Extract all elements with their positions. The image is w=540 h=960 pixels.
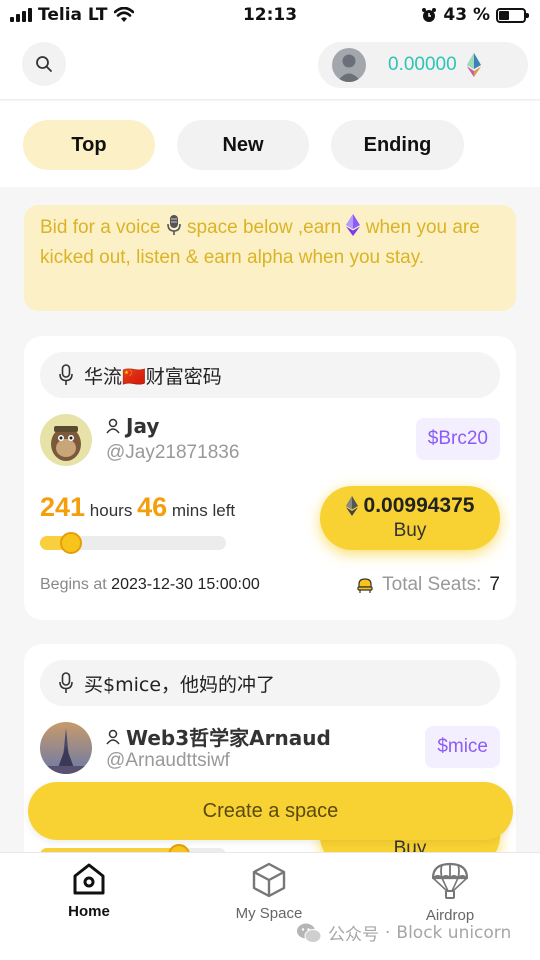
host-handle: @Jay21871836: [106, 442, 240, 463]
space-title: 华流🇨🇳财富密码: [40, 352, 500, 398]
total-seats: Total Seats: 7: [356, 574, 500, 596]
buy-button[interactable]: 0.00994375 Buy: [320, 486, 500, 550]
hours-value: 241: [40, 492, 86, 522]
nav-home-label: Home: [68, 903, 110, 920]
tab-top[interactable]: Top: [23, 120, 155, 170]
nav-airdrop[interactable]: Airdrop: [390, 861, 510, 924]
begins-label: Begins at: [40, 576, 107, 593]
battery-level: [499, 10, 510, 20]
top-header: 0.00000: [0, 32, 540, 100]
home-icon: [73, 863, 105, 895]
search-icon: [36, 56, 52, 72]
wallet-balance[interactable]: 0.00000: [318, 42, 528, 88]
user-icon: [106, 729, 120, 744]
user-icon: [106, 418, 120, 434]
notice-banner: Bid for a voice space below ,earn when y…: [24, 205, 516, 311]
tabs-bar: Top New Ending: [0, 101, 540, 187]
watermark-text: 公众号: [328, 925, 379, 945]
parachute-icon: [431, 862, 469, 899]
alarm-icon: [422, 8, 437, 22]
seats-label: Total Seats:: [382, 574, 482, 595]
balance-value: 0.00000: [388, 54, 457, 75]
host-name-text: Web3哲学家Arnaud: [126, 726, 331, 750]
flag-icon: 🇨🇳: [122, 365, 146, 388]
hours-unit: hours: [89, 501, 133, 520]
begins-at: Begins at 2023-12-30 15:00:00: [40, 576, 260, 594]
progress-knob: [60, 532, 82, 554]
notice-text-2: space below ,earn: [186, 217, 342, 238]
eiffel-avatar-icon: [40, 722, 92, 774]
bid-price: 0.00994375: [363, 494, 475, 517]
battery-label: 43 %: [443, 5, 490, 25]
microphone-icon: [166, 215, 181, 235]
watermark-separator: ·: [385, 922, 391, 943]
user-avatar-icon: [337, 54, 361, 82]
wechat-icon: [297, 923, 322, 943]
avatar[interactable]: [332, 48, 366, 82]
nav-home[interactable]: Home: [29, 861, 149, 920]
seats-count: 7: [489, 574, 500, 595]
host-name: Web3哲学家Arnaud: [106, 722, 331, 751]
nav-my-space-label: My Space: [235, 905, 303, 922]
mins-unit: mins left: [171, 501, 236, 520]
host-handle: @Arnaudttsiwf: [106, 750, 230, 771]
token-tag[interactable]: $mice: [425, 726, 500, 768]
microphone-icon: [59, 672, 73, 693]
host-avatar[interactable]: [40, 722, 92, 774]
begins-date: 2023-12-30 15:00:00: [111, 576, 260, 593]
create-space-button[interactable]: Create a space: [28, 782, 513, 840]
host-avatar[interactable]: [40, 414, 92, 466]
space-card[interactable]: 华流🇨🇳财富密码 Jay @Jay21871836 $Brc20 241 hou…: [24, 336, 516, 620]
microphone-icon: [59, 364, 73, 385]
host-name: Jay: [106, 414, 159, 438]
watermark-brand: Block unicorn: [396, 922, 512, 943]
ape-avatar-icon: [40, 414, 92, 466]
space-title: 买$mice，他妈的冲了: [40, 660, 500, 706]
space-title-rest: 财富密码: [145, 365, 222, 388]
watermark: 公众号 · Block unicorn: [296, 920, 511, 945]
nav-my-space[interactable]: My Space: [209, 861, 329, 922]
tab-new[interactable]: New: [177, 120, 309, 170]
host-name-text: Jay: [126, 414, 160, 438]
tab-ending[interactable]: Ending: [331, 120, 464, 170]
space-title-text: 华流: [84, 365, 123, 388]
space-title-text: 买$mice，他妈的冲了: [84, 673, 276, 696]
status-bar: Telia LT 12:13 43 %: [0, 0, 540, 32]
buy-label: Buy: [393, 520, 427, 541]
seat-icon: [357, 578, 373, 593]
battery-icon: [496, 7, 529, 23]
search-button[interactable]: [22, 42, 66, 86]
cube-icon: [252, 862, 286, 898]
time-progress-bar: [40, 532, 226, 554]
token-tag[interactable]: $Brc20: [415, 418, 500, 460]
eth-icon: [346, 214, 361, 236]
notice-text-1: Bid for a voice: [40, 217, 161, 238]
eth-icon: [466, 53, 481, 77]
eth-icon: [345, 496, 358, 516]
time-left: 241 hours 46 mins left: [40, 492, 235, 523]
mins-value: 46: [137, 492, 168, 522]
